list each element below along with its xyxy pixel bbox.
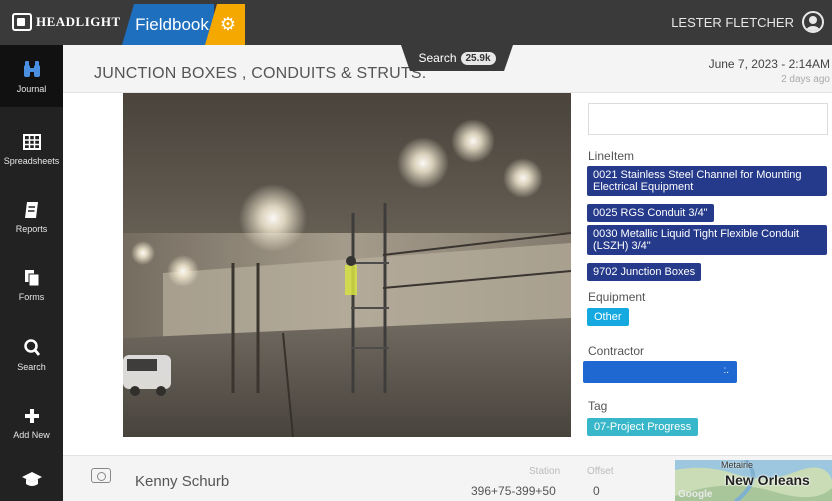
report-icon: [24, 201, 38, 218]
sidebar-item-journal[interactable]: Journal: [0, 45, 63, 107]
sidebar-item-search[interactable]: Search: [0, 323, 63, 385]
sidebar: Journal Spreadsheets Reports Forms Searc…: [0, 45, 63, 501]
entry-date: June 7, 2023 - 2:14AM: [708, 57, 830, 71]
contractor-label: Contractor: [588, 344, 645, 358]
grid-icon: [22, 133, 41, 150]
offset-label: Offset: [587, 466, 614, 477]
lineitem-label: LineItem: [588, 149, 635, 163]
sidebar-item-label: Add New: [13, 429, 50, 440]
user-name[interactable]: LESTER FLETCHER: [671, 15, 794, 30]
lineitem-chip[interactable]: 9702 Junction Boxes: [587, 263, 702, 281]
map-brand-logo: Google: [678, 489, 713, 500]
entry-author: Kenny Schurb: [135, 473, 230, 490]
headlight-logo-icon: [12, 13, 32, 31]
headlight-logo[interactable]: HEADLIGHT: [12, 10, 121, 34]
sidebar-item-reports[interactable]: Reports: [0, 185, 63, 247]
fieldbook-tab-label: Fieldbook: [135, 14, 209, 34]
sidebar-item-training[interactable]: [0, 457, 63, 501]
tag-label: Tag: [588, 399, 608, 413]
map-thumbnail[interactable]: Metairie New Orleans Google: [675, 460, 832, 501]
graduation-cap-icon: [21, 472, 42, 486]
camera-icon: [91, 468, 111, 483]
sidebar-item-label: Search: [17, 361, 46, 372]
map-city-label: New Orleans: [725, 472, 810, 488]
offset-value: 0: [593, 484, 600, 498]
forms-icon: [24, 269, 39, 286]
tag-chip[interactable]: 07-Project Progress: [587, 418, 699, 436]
station-value: 396+75-399+50: [471, 484, 556, 498]
logo-text: HEADLIGHT: [36, 14, 121, 29]
sidebar-item-spreadsheets[interactable]: Spreadsheets: [0, 117, 63, 179]
contractor-chip[interactable]: :.: [583, 361, 737, 383]
user-avatar-icon[interactable]: [802, 11, 824, 33]
gear-icon: ⚙: [219, 14, 237, 34]
entry-relative-time: 2 days ago: [781, 74, 830, 85]
station-label: Station: [529, 466, 561, 477]
contractor-chip-text: :.: [723, 365, 729, 376]
sidebar-item-label: Forms: [18, 291, 45, 302]
entry-photo[interactable]: [123, 93, 571, 437]
journal-entry: JUNCTION BOXES , CONDUITS & STRUTS. Sear…: [63, 45, 832, 501]
search-count-badge: 25.9k: [460, 51, 496, 65]
binoculars-icon: [23, 60, 40, 77]
entry-header: JUNCTION BOXES , CONDUITS & STRUTS. Sear…: [63, 45, 832, 93]
entry-footer-row: Kenny Schurb Station 396+75-399+50 Offse…: [63, 455, 832, 501]
equipment-chip[interactable]: Other: [587, 308, 629, 326]
sidebar-item-forms[interactable]: Forms: [0, 253, 63, 315]
sidebar-item-label: Journal: [16, 83, 47, 94]
fieldbook-tab[interactable]: Fieldbook: [122, 4, 214, 45]
lineitem-chip[interactable]: 0030 Metallic Liquid Tight Flexible Cond…: [587, 225, 827, 255]
notes-field[interactable]: [588, 103, 828, 135]
map-town-label: Metairie: [721, 460, 754, 470]
entry-title[interactable]: JUNCTION BOXES , CONDUITS & STRUTS.: [94, 65, 426, 83]
search-tab[interactable]: Search 25.9k: [401, 45, 513, 71]
sidebar-item-label: Reports: [15, 223, 48, 234]
tunnel-photo-image: [123, 93, 571, 437]
sidebar-item-add-new[interactable]: Add New: [0, 391, 63, 453]
equipment-label: Equipment: [588, 290, 646, 304]
top-header: HEADLIGHT Fieldbook ⚙ LESTER FLETCHER: [0, 0, 832, 45]
search-tab-label: Search: [418, 51, 457, 65]
search-icon: [23, 338, 40, 356]
sidebar-item-label: Spreadsheets: [3, 155, 60, 166]
plus-icon: [24, 408, 39, 423]
lineitem-chip[interactable]: 0025 RGS Conduit 3/4": [587, 204, 714, 222]
lineitem-chip[interactable]: 0021 Stainless Steel Channel for Mountin…: [587, 166, 827, 196]
